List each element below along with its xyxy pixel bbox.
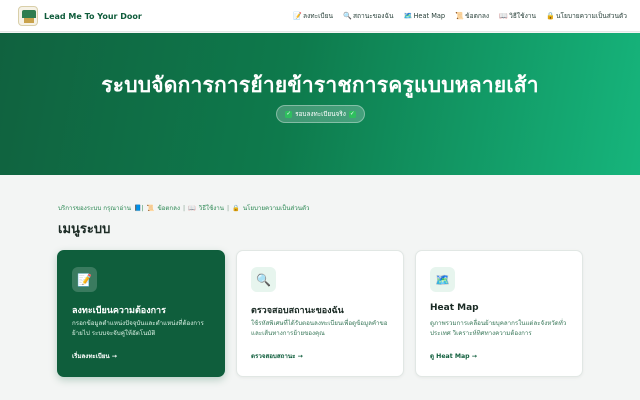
card-description: ดูภาพรวมการเคลื่อนย้ายบุคลากรในแต่ละจังห… [430,320,567,337]
brand[interactable]: Lead Me To Your Door [18,6,142,26]
nav-label: สถานะของฉัน [353,12,394,20]
map-icon: 🗺️ [430,267,455,292]
card-register[interactable]: 📝 ลงทะเบียนความต้องการ กรอกข้อมูลตำแหน่ง… [57,250,225,377]
service-notice: บริการของระบบ กรุณาอ่าน 📘| 📜 ข้อตกลง | 📖… [58,203,309,213]
nav-my-status[interactable]: 🔍 สถานะของฉัน [338,8,398,23]
registration-round-badge: ✓ รอบลงทะเบียนจริง ✓ [276,105,365,123]
search-icon: 🔍 [251,267,276,292]
lock-icon: 🔒 [232,205,240,212]
memo-icon: 📝 [72,267,97,292]
nav-label: ข้อตกลง [465,12,490,20]
card-heat-map[interactable]: 🗺️ Heat Map ดูภาพรวมการเคลื่อนย้ายบุคลาก… [415,250,583,377]
notice-link-terms[interactable]: ข้อตกลง [157,203,180,213]
book-icon: 📖 [188,205,196,212]
search-icon: 🔍 [343,11,352,20]
memo-icon: 📝 [293,11,302,20]
nav-label: นโยบายความเป็นส่วนตัว [556,12,627,20]
lock-icon: 🔒 [546,11,555,20]
main-nav: 📝 ลงทะเบียน 🔍 สถานะของฉัน 🗺️ Heat Map 📜 … [288,8,632,23]
hero-banner: ระบบจัดการการย้ายข้าราชการครูแบบหลายเส้า… [0,33,640,175]
nav-privacy[interactable]: 🔒 นโยบายความเป็นส่วนตัว [541,8,632,23]
card-title: Heat Map [430,303,479,313]
nav-label: วิธีใช้งาน [509,12,536,20]
section-title: เมนูระบบ [58,222,111,237]
separator: | [227,204,230,212]
nav-label: ลงทะเบียน [303,12,333,20]
scroll-icon: 📜 [146,205,155,212]
map-icon: 🗺️ [403,11,413,20]
separator: | [182,204,186,212]
hero-title: ระบบจัดการการย้ายข้าราชการครูแบบหลายเส้า [101,73,539,97]
card-title: ตรวจสอบสถานะของฉัน [251,306,344,316]
notice-link-privacy[interactable]: นโยบายความเป็นส่วนตัว [243,203,310,213]
nav-heat-map[interactable]: 🗺️ Heat Map [398,8,450,23]
nav-label: Heat Map [413,11,446,20]
check-icon: ✓ [348,110,356,118]
card-link-register[interactable]: เริ่มลงทะเบียน → [72,351,117,361]
nav-register[interactable]: 📝 ลงทะเบียน [288,8,338,23]
badge-label: รอบลงทะเบียนจริง [295,110,346,118]
card-check-status[interactable]: 🔍 ตรวจสอบสถานะของฉัน ใช้รหัสพิเศษที่ได้ร… [236,250,404,377]
card-link-heat-map[interactable]: ดู Heat Map → [430,351,477,361]
book-icon: 📖 [499,11,508,20]
check-icon: ✓ [285,110,293,118]
notice-link-how-to[interactable]: วิธีใช้งาน [199,203,224,213]
card-title: ลงทะเบียนความต้องการ [72,306,166,316]
book-icon: 📘| [133,205,144,212]
card-link-status[interactable]: ตรวจสอบสถานะ → [251,351,303,361]
nav-how-to[interactable]: 📖 วิธีใช้งาน [494,8,541,23]
scroll-icon: 📜 [455,11,464,20]
nav-terms[interactable]: 📜 ข้อตกลง [450,8,494,23]
card-description: กรอกข้อมูลตำแหน่งปัจจุบันและตำแหน่งที่ต้… [72,320,204,337]
brand-logo [18,6,38,26]
brand-name: Lead Me To Your Door [44,11,142,21]
top-navbar: Lead Me To Your Door 📝 ลงทะเบียน 🔍 สถานะ… [0,0,640,32]
card-description: ใช้รหัสพิเศษที่ได้รับตอนลงทะเบียนเพื่อดู… [251,320,388,337]
notice-prefix: บริการของระบบ กรุณาอ่าน [58,205,131,212]
